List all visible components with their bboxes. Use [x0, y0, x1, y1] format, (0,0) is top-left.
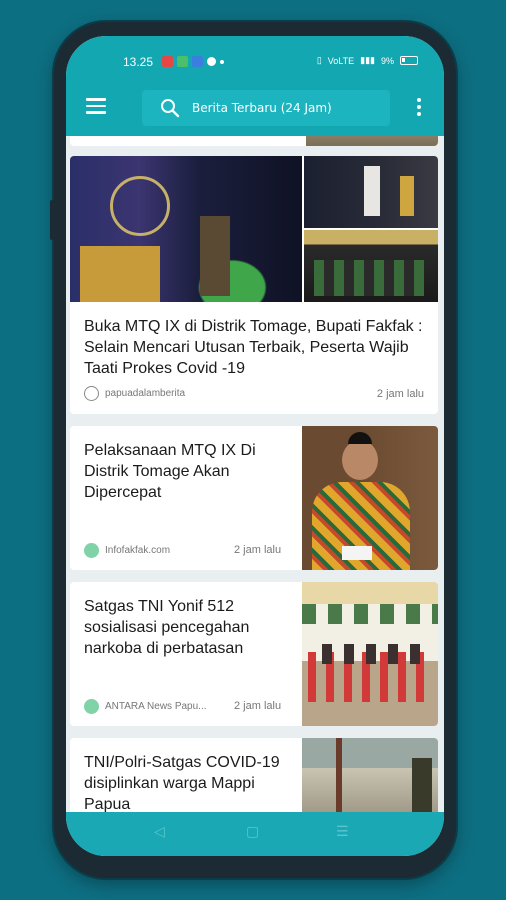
article-title[interactable]: TNI/Polri-Satgas COVID-19 disiplinkan wa… [84, 752, 294, 812]
signal-icon: ▮▮▮ [360, 55, 375, 65]
notification-icon [177, 56, 188, 67]
article-time: 2 jam lalu [234, 544, 282, 556]
article-time: 2 jam lalu [376, 388, 424, 400]
more-options-icon[interactable] [416, 98, 422, 118]
news-card[interactable] [70, 136, 438, 146]
top-bar: 13.25 ▯ VoLTE ▮▮▮ 9% Berita Terbaru (24 … [66, 36, 444, 136]
back-icon[interactable]: ◁ [154, 824, 165, 840]
system-nav-bar: ◁ ▢ ☰ [66, 812, 444, 856]
article-time: 2 jam lalu [234, 700, 282, 712]
article-title[interactable]: Buka MTQ IX di Distrik Tomage, Bupati Fa… [84, 316, 424, 379]
news-feed[interactable]: Buka MTQ IX di Distrik Tomage, Bupati Fa… [66, 136, 444, 812]
news-image [302, 738, 438, 812]
volume-button [50, 200, 54, 240]
source-name: papuadalamberita [105, 388, 186, 399]
notification-icon [207, 57, 216, 66]
search-bar[interactable]: Berita Terbaru (24 Jam) [142, 90, 390, 126]
news-card[interactable]: Satgas TNI Yonif 512 sosialisasi pencega… [70, 582, 438, 726]
recents-icon[interactable]: ☰ [336, 824, 349, 840]
news-card[interactable]: Buka MTQ IX di Distrik Tomage, Bupati Fa… [70, 156, 438, 414]
news-image [70, 156, 302, 302]
notification-icon [192, 56, 203, 67]
notification-icons [162, 56, 224, 67]
news-card[interactable]: TNI/Polri-Satgas COVID-19 disiplinkan wa… [70, 738, 438, 812]
source-icon [84, 386, 99, 401]
news-image [304, 230, 438, 302]
battery-text: 9% [380, 55, 394, 66]
search-icon [161, 99, 180, 118]
news-image [304, 156, 438, 228]
news-image [302, 582, 438, 726]
battery-icon [400, 56, 418, 65]
app-bar: Berita Terbaru (24 Jam) [66, 88, 444, 128]
status-time: 13.25 [123, 55, 154, 69]
status-right: ▯ VoLTE ▮▮▮ 9% [317, 55, 418, 66]
source-icon [84, 699, 99, 714]
news-card[interactable]: Pelaksanaan MTQ IX Di Distrik Tomage Aka… [70, 426, 438, 570]
source-icon [84, 543, 99, 558]
phone-screen: 13.25 ▯ VoLTE ▮▮▮ 9% Berita Terbaru (24 … [66, 36, 444, 856]
source-name: ANTARA News Papu... [105, 701, 207, 712]
menu-icon[interactable] [86, 98, 106, 114]
status-bar: 13.25 ▯ VoLTE ▮▮▮ 9% [66, 52, 444, 72]
article-source: Infofakfak.com [84, 543, 170, 558]
vibrate-icon: ▯ [316, 55, 322, 65]
more-notifications-icon [220, 60, 224, 64]
source-name: Infofakfak.com [105, 545, 171, 556]
search-placeholder: Berita Terbaru (24 Jam) [192, 101, 332, 115]
article-title[interactable]: Pelaksanaan MTQ IX Di Distrik Tomage Aka… [84, 440, 294, 503]
power-button [452, 240, 456, 310]
signal-label: VoLTE [327, 55, 355, 66]
article-source: papuadalamberita [84, 386, 185, 401]
article-title[interactable]: Satgas TNI Yonif 512 sosialisasi pencega… [84, 596, 294, 659]
news-image [306, 136, 438, 146]
home-icon[interactable]: ▢ [246, 824, 259, 840]
notification-icon [162, 56, 173, 67]
news-image [302, 426, 438, 570]
article-source: ANTARA News Papu... [84, 699, 207, 714]
